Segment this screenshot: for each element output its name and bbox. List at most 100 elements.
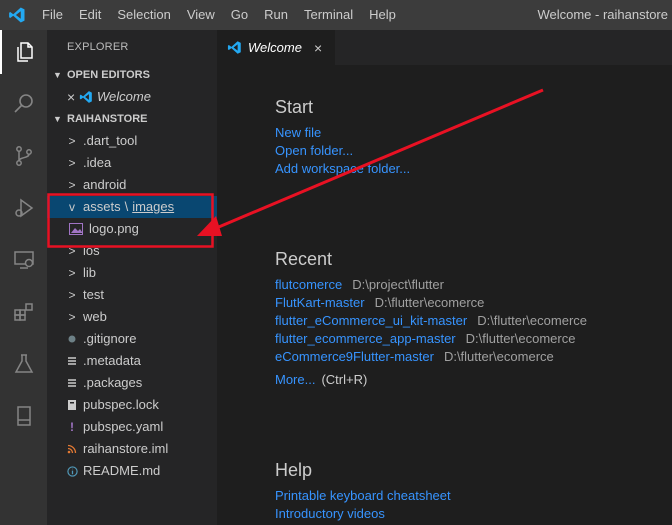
recent-item[interactable]: eCommerce9Flutter-master D:\flutter\ecome…	[275, 349, 554, 364]
keyboard-cheatsheet-link[interactable]: Printable keyboard cheatsheet	[275, 488, 451, 503]
tree-item-lib[interactable]: > lib	[47, 262, 217, 284]
tree-item-label: .idea	[83, 155, 112, 170]
recent-item-name[interactable]: flutter_ecommerce_app-master	[275, 331, 456, 346]
path-separator: \	[124, 199, 129, 214]
tree-item-dart-tool[interactable]: > .dart_tool	[47, 130, 217, 152]
tree-item-logo-png[interactable]: logo.png	[47, 218, 217, 240]
recent-item-name[interactable]: flutter_eCommerce_ui_kit-master	[275, 313, 467, 328]
chevron-right-icon: >	[68, 288, 76, 302]
tree-item-label: pubspec.lock	[83, 397, 159, 412]
tree-item-label: test	[83, 287, 104, 302]
open-editors-section[interactable]: ▼ OPEN EDITORS	[47, 64, 217, 86]
menu-selection[interactable]: Selection	[109, 0, 178, 30]
open-editor-item[interactable]: × Welcome	[47, 86, 217, 108]
extensions-icon[interactable]	[0, 290, 47, 334]
tree-item-label: android	[83, 177, 127, 192]
explorer-icon[interactable]	[0, 30, 47, 74]
yaml-file-icon: !	[70, 420, 74, 434]
recent-item[interactable]: FlutKart-master D:\flutter\ecomerce	[275, 295, 484, 310]
tree-item-gitignore[interactable]: .gitignore	[47, 328, 217, 350]
tree-item-label: .gitignore	[83, 331, 137, 346]
recent-item-name[interactable]: flutcomerce	[275, 277, 342, 292]
tab-welcome[interactable]: Welcome ×	[217, 30, 335, 65]
tree-item-label: pubspec.yaml	[83, 419, 164, 434]
recent-item-name[interactable]: eCommerce9Flutter-master	[275, 349, 434, 364]
tab-label: Welcome	[248, 40, 302, 55]
more-recent: More... (Ctrl+R)	[275, 372, 367, 387]
close-icon[interactable]: ×	[314, 40, 322, 56]
tree-item-label: lib	[83, 265, 97, 280]
add-workspace-folder-link[interactable]: Add workspace folder...	[275, 161, 410, 176]
recent-item-path: D:\project\flutter	[352, 277, 444, 292]
testing-icon[interactable]	[0, 342, 47, 386]
image-file-icon	[69, 223, 83, 235]
tree-item-readme[interactable]: README.md	[47, 460, 217, 482]
introductory-videos-link[interactable]: Introductory videos	[275, 506, 385, 521]
tree-item-label: assets	[83, 199, 121, 214]
search-icon[interactable]	[0, 82, 47, 126]
chevron-right-icon: >	[68, 266, 76, 280]
recent-item[interactable]: flutcomerce D:\project\flutter	[275, 277, 444, 292]
chevron-right-icon: >	[68, 244, 76, 258]
recent-item-path: D:\flutter\ecomerce	[443, 349, 554, 364]
tree-item-pubspec-yaml[interactable]: ! pubspec.yaml	[47, 416, 217, 438]
menu-help[interactable]: Help	[361, 0, 404, 30]
remote-explorer-icon[interactable]	[0, 238, 47, 282]
project-section[interactable]: ▼ RAIHANSTORE	[47, 108, 217, 130]
source-control-icon[interactable]	[0, 134, 47, 178]
sidebar-title: EXPLORER	[67, 41, 129, 53]
menu-edit[interactable]: Edit	[71, 0, 109, 30]
menu-run[interactable]: Run	[256, 0, 296, 30]
tree-item-idea[interactable]: > .idea	[47, 152, 217, 174]
recent-item[interactable]: flutter_ecommerce_app-master D:\flutter\e…	[275, 331, 575, 346]
recent-item-name[interactable]: FlutKart-master	[275, 295, 365, 310]
menu-go[interactable]: Go	[223, 0, 256, 30]
recent-heading: Recent	[275, 249, 333, 269]
recent-item[interactable]: flutter_eCommerce_ui_kit-master D:\flutte…	[275, 313, 587, 328]
vscode-file-icon	[79, 90, 93, 104]
tree-item-raihanstore-iml[interactable]: raihanstore.iml	[47, 438, 217, 460]
tree-item-packages[interactable]: .packages	[47, 372, 217, 394]
new-file-link[interactable]: New file	[275, 125, 321, 140]
chevron-down-icon: ▼	[53, 114, 62, 124]
open-folder-link[interactable]: Open folder...	[275, 143, 353, 158]
menu-file[interactable]: File	[34, 0, 71, 30]
tree-item-pubspec-lock[interactable]: pubspec.lock	[47, 394, 217, 416]
tree-item-test[interactable]: > test	[47, 284, 217, 306]
lock-file-icon	[65, 399, 79, 411]
close-icon[interactable]: ×	[67, 86, 79, 108]
tree-item-label: .metadata	[83, 353, 141, 368]
device-icon[interactable]	[0, 394, 47, 438]
activity-bar	[0, 30, 47, 525]
tree-item-ios[interactable]: > ios	[47, 240, 217, 262]
welcome-page: Start New file Open folder... Add worksp…	[217, 65, 672, 525]
tree-item-label: .dart_tool	[83, 133, 138, 148]
start-heading: Start	[275, 97, 314, 117]
menu-terminal[interactable]: Terminal	[296, 0, 361, 30]
open-editors-label: OPEN EDITORS	[67, 69, 150, 81]
chevron-right-icon: >	[68, 178, 76, 192]
more-recent-link[interactable]: More...	[275, 372, 315, 387]
text-file-icon	[65, 356, 79, 366]
tree-item-metadata[interactable]: .metadata	[47, 350, 217, 372]
git-file-icon	[65, 334, 79, 344]
menu-bar: File Edit Selection View Go Run Terminal…	[34, 0, 404, 30]
tree-item-web[interactable]: > web	[47, 306, 217, 328]
open-editor-name: Welcome	[97, 89, 151, 104]
window-title: Welcome - raihanstore	[537, 7, 668, 22]
tree-item-android[interactable]: > android	[47, 174, 217, 196]
rss-file-icon	[65, 444, 79, 454]
chevron-right-icon: >	[68, 310, 76, 324]
chevron-down-icon: ▼	[53, 70, 62, 80]
recent-item-path: D:\flutter\ecomerce	[477, 313, 588, 328]
chevron-down-icon: v	[69, 200, 75, 214]
vscode-tab-icon	[227, 40, 242, 55]
tree-item-assets-images[interactable]: v assets \ images	[47, 196, 217, 218]
chevron-right-icon: >	[68, 156, 76, 170]
tree-item-sublabel[interactable]: images	[132, 196, 174, 218]
info-icon	[65, 465, 79, 477]
menu-view[interactable]: View	[179, 0, 223, 30]
explorer-sidebar: EXPLORER ▼ OPEN EDITORS × Welcome ▼ RAIH…	[47, 30, 217, 525]
more-recent-shortcut: (Ctrl+R)	[321, 372, 368, 387]
run-debug-icon[interactable]	[0, 186, 47, 230]
